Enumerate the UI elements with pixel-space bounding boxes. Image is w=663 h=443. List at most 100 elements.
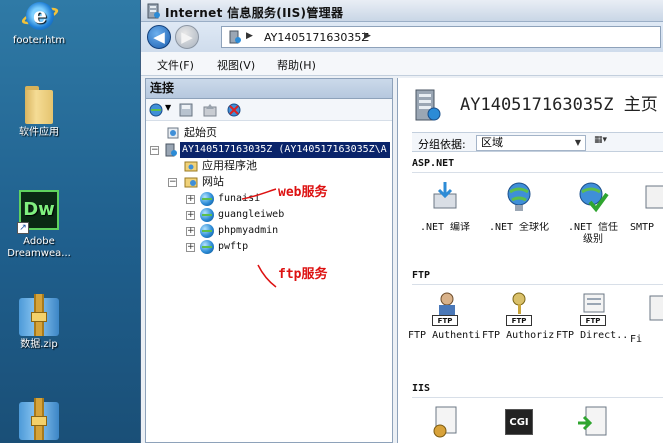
group-by-value: 区域 — [481, 136, 503, 149]
section-divider — [412, 284, 663, 285]
annotation-ftp-service: ftp服务 — [278, 267, 328, 282]
desktop-icon-dreamweaver[interactable]: Dw ↗ Adobe Dreamwea... — [0, 190, 80, 260]
tree-label: 应用程序池 — [202, 159, 257, 172]
connections-pane: 连接 ▼ 起始页 − AY140517163035Z (AY1405171630… — [145, 78, 393, 443]
tree-label: AY140517163035Z (AY140517163035Z\A — [182, 144, 387, 155]
section-divider — [412, 397, 663, 398]
tree-label: 网站 — [202, 175, 224, 188]
title-bar[interactable]: Internet 信息服务(IIS)管理器 — [141, 0, 663, 22]
desktop-icon-label: Adobe Dreamwea... — [7, 236, 71, 259]
connections-header: 连接 — [146, 79, 392, 99]
desktop-icon-footer[interactable]: e footer.htm — [0, 2, 80, 47]
feature-iis-1[interactable] — [408, 405, 482, 443]
forward-button[interactable]: ▶ — [175, 25, 199, 49]
address-bar[interactable]: ▶ AY140517163035Z ▶ — [221, 26, 661, 48]
zip-archive-icon — [17, 398, 61, 440]
app-pool-icon — [184, 161, 198, 172]
feature-net-globalization[interactable]: .NET 全球化 — [482, 180, 556, 234]
shortcut-arrow-icon: ↗ — [17, 222, 29, 234]
website-globe-icon — [200, 192, 214, 206]
feature-label: FTP Authenti... — [408, 330, 482, 341]
section-divider — [412, 172, 663, 173]
desktop: e footer.htm 软件应用 Dw ↗ Adobe Dreamwea...… — [0, 0, 140, 443]
ftp-directory-icon: FTP — [576, 292, 610, 326]
up-folder-icon[interactable] — [202, 102, 218, 118]
feature-net-compilation[interactable]: .NET 编译 — [408, 180, 482, 234]
website-globe-icon — [200, 224, 214, 238]
expand-toggle[interactable]: + — [186, 195, 195, 204]
feature-label: .NET 信任级别 — [567, 222, 619, 245]
arrow-right-icon: ▶ — [181, 28, 193, 46]
collapse-toggle[interactable]: − — [168, 178, 177, 187]
desktop-icon-label: 数据.zip — [20, 339, 58, 350]
ftp-feature-icon — [649, 295, 663, 321]
back-button[interactable]: ◀ — [147, 25, 171, 49]
sites-folder-icon — [184, 177, 198, 188]
dropdown-arrow-icon[interactable]: ▼ — [165, 103, 171, 112]
start-page-icon — [167, 127, 179, 139]
feature-label: Fi — [630, 334, 643, 345]
menu-help[interactable]: 帮助(H) — [277, 57, 316, 73]
save-icon[interactable] — [178, 102, 194, 118]
collapse-toggle[interactable]: − — [150, 146, 159, 155]
feature-cgi[interactable]: CGI — [482, 405, 556, 443]
window-title: Internet 信息服务(IIS)管理器 — [165, 6, 344, 20]
feature-ftp-more[interactable]: Fi — [630, 292, 663, 346]
import-document-icon — [578, 406, 607, 436]
website-globe-icon — [200, 240, 214, 254]
section-iis: IIS — [412, 383, 431, 394]
tree-item-server[interactable]: AY140517163035Z (AY140517163035Z\A — [180, 142, 390, 158]
desktop-icon-zip-2[interactable] — [0, 398, 80, 443]
menu-bar: 文件(F) 视图(V) 帮助(H) — [141, 52, 663, 76]
group-by-select[interactable]: 区域 ▼ — [476, 135, 586, 151]
globe-icon — [507, 182, 531, 211]
smtp-icon — [645, 185, 663, 209]
server-icon — [415, 89, 441, 121]
disconnect-icon[interactable] — [226, 102, 242, 118]
group-by-label: 分组依据: — [418, 138, 466, 151]
tree-item-app-pools[interactable]: 应用程序池 — [184, 158, 334, 174]
server-icon — [229, 30, 241, 44]
desktop-icon-software[interactable]: 软件应用 — [0, 84, 80, 139]
trust-globe-check-icon — [579, 182, 609, 213]
ftp-authentication-icon: FTP — [428, 292, 462, 326]
expand-toggle[interactable]: + — [186, 227, 195, 236]
feature-ftp-directory[interactable]: FTP FTP Direct... — [556, 292, 630, 342]
expand-toggle[interactable]: + — [186, 211, 195, 220]
feature-iis-3[interactable] — [556, 405, 630, 443]
feature-label: SMTP — [630, 222, 655, 233]
view-mode-button[interactable]: ▦▾ — [594, 135, 624, 151]
tree-item-start-page[interactable]: 起始页 — [166, 125, 286, 141]
net-compilation-icon — [433, 182, 457, 209]
feature-label: FTP Authoriz... — [482, 330, 556, 341]
navigation-bar: ◀ ▶ ▶ AY140517163035Z ▶ — [141, 22, 663, 52]
desktop-icon-label: footer.htm — [12, 35, 66, 46]
feature-ftp-authentication[interactable]: FTP FTP Authenti... — [408, 292, 482, 342]
page-title: AY140517163035Z 主页 — [460, 95, 658, 115]
menu-file[interactable]: 文件(F) — [157, 57, 194, 73]
expand-toggle[interactable]: + — [186, 243, 195, 252]
desktop-icon-zip[interactable]: 数据.zip — [0, 294, 80, 351]
dreamweaver-icon: Dw ↗ — [17, 190, 59, 234]
folder-icon — [22, 84, 56, 124]
connect-globe-icon[interactable] — [148, 102, 164, 118]
arrow-left-icon: ◀ — [153, 28, 165, 46]
breadcrumb-separator-icon[interactable]: ▶ — [364, 31, 371, 41]
iis-manager-window: Internet 信息服务(IIS)管理器 ◀ ▶ ▶ AY1405171630… — [140, 0, 663, 443]
address-text: AY140517163035Z — [264, 31, 369, 44]
feature-label: FTP Direct... — [556, 330, 630, 341]
feature-ftp-authorization[interactable]: FTP FTP Authoriz... — [482, 292, 556, 342]
feature-net-trust-levels[interactable]: .NET 信任级别 — [556, 180, 630, 246]
group-by-bar: 分组依据: 区域 ▼ ▦▾ — [412, 132, 663, 152]
zip-archive-icon — [17, 294, 61, 336]
annotation-web-service: web服务 — [278, 185, 328, 200]
grid-view-icon: ▦▾ — [594, 135, 608, 145]
server-icon — [165, 143, 177, 157]
menu-view[interactable]: 视图(V) — [217, 57, 255, 73]
website-globe-icon — [200, 208, 214, 222]
breadcrumb-separator-icon: ▶ — [246, 31, 253, 41]
features-pane: AY140517163035Z 主页 分组依据: 区域 ▼ ▦▾ ASP.NET… — [397, 78, 663, 443]
ie-icon: e — [20, 2, 60, 32]
section-aspnet: ASP.NET — [412, 158, 455, 169]
feature-smtp[interactable]: SMTP — [630, 180, 663, 234]
